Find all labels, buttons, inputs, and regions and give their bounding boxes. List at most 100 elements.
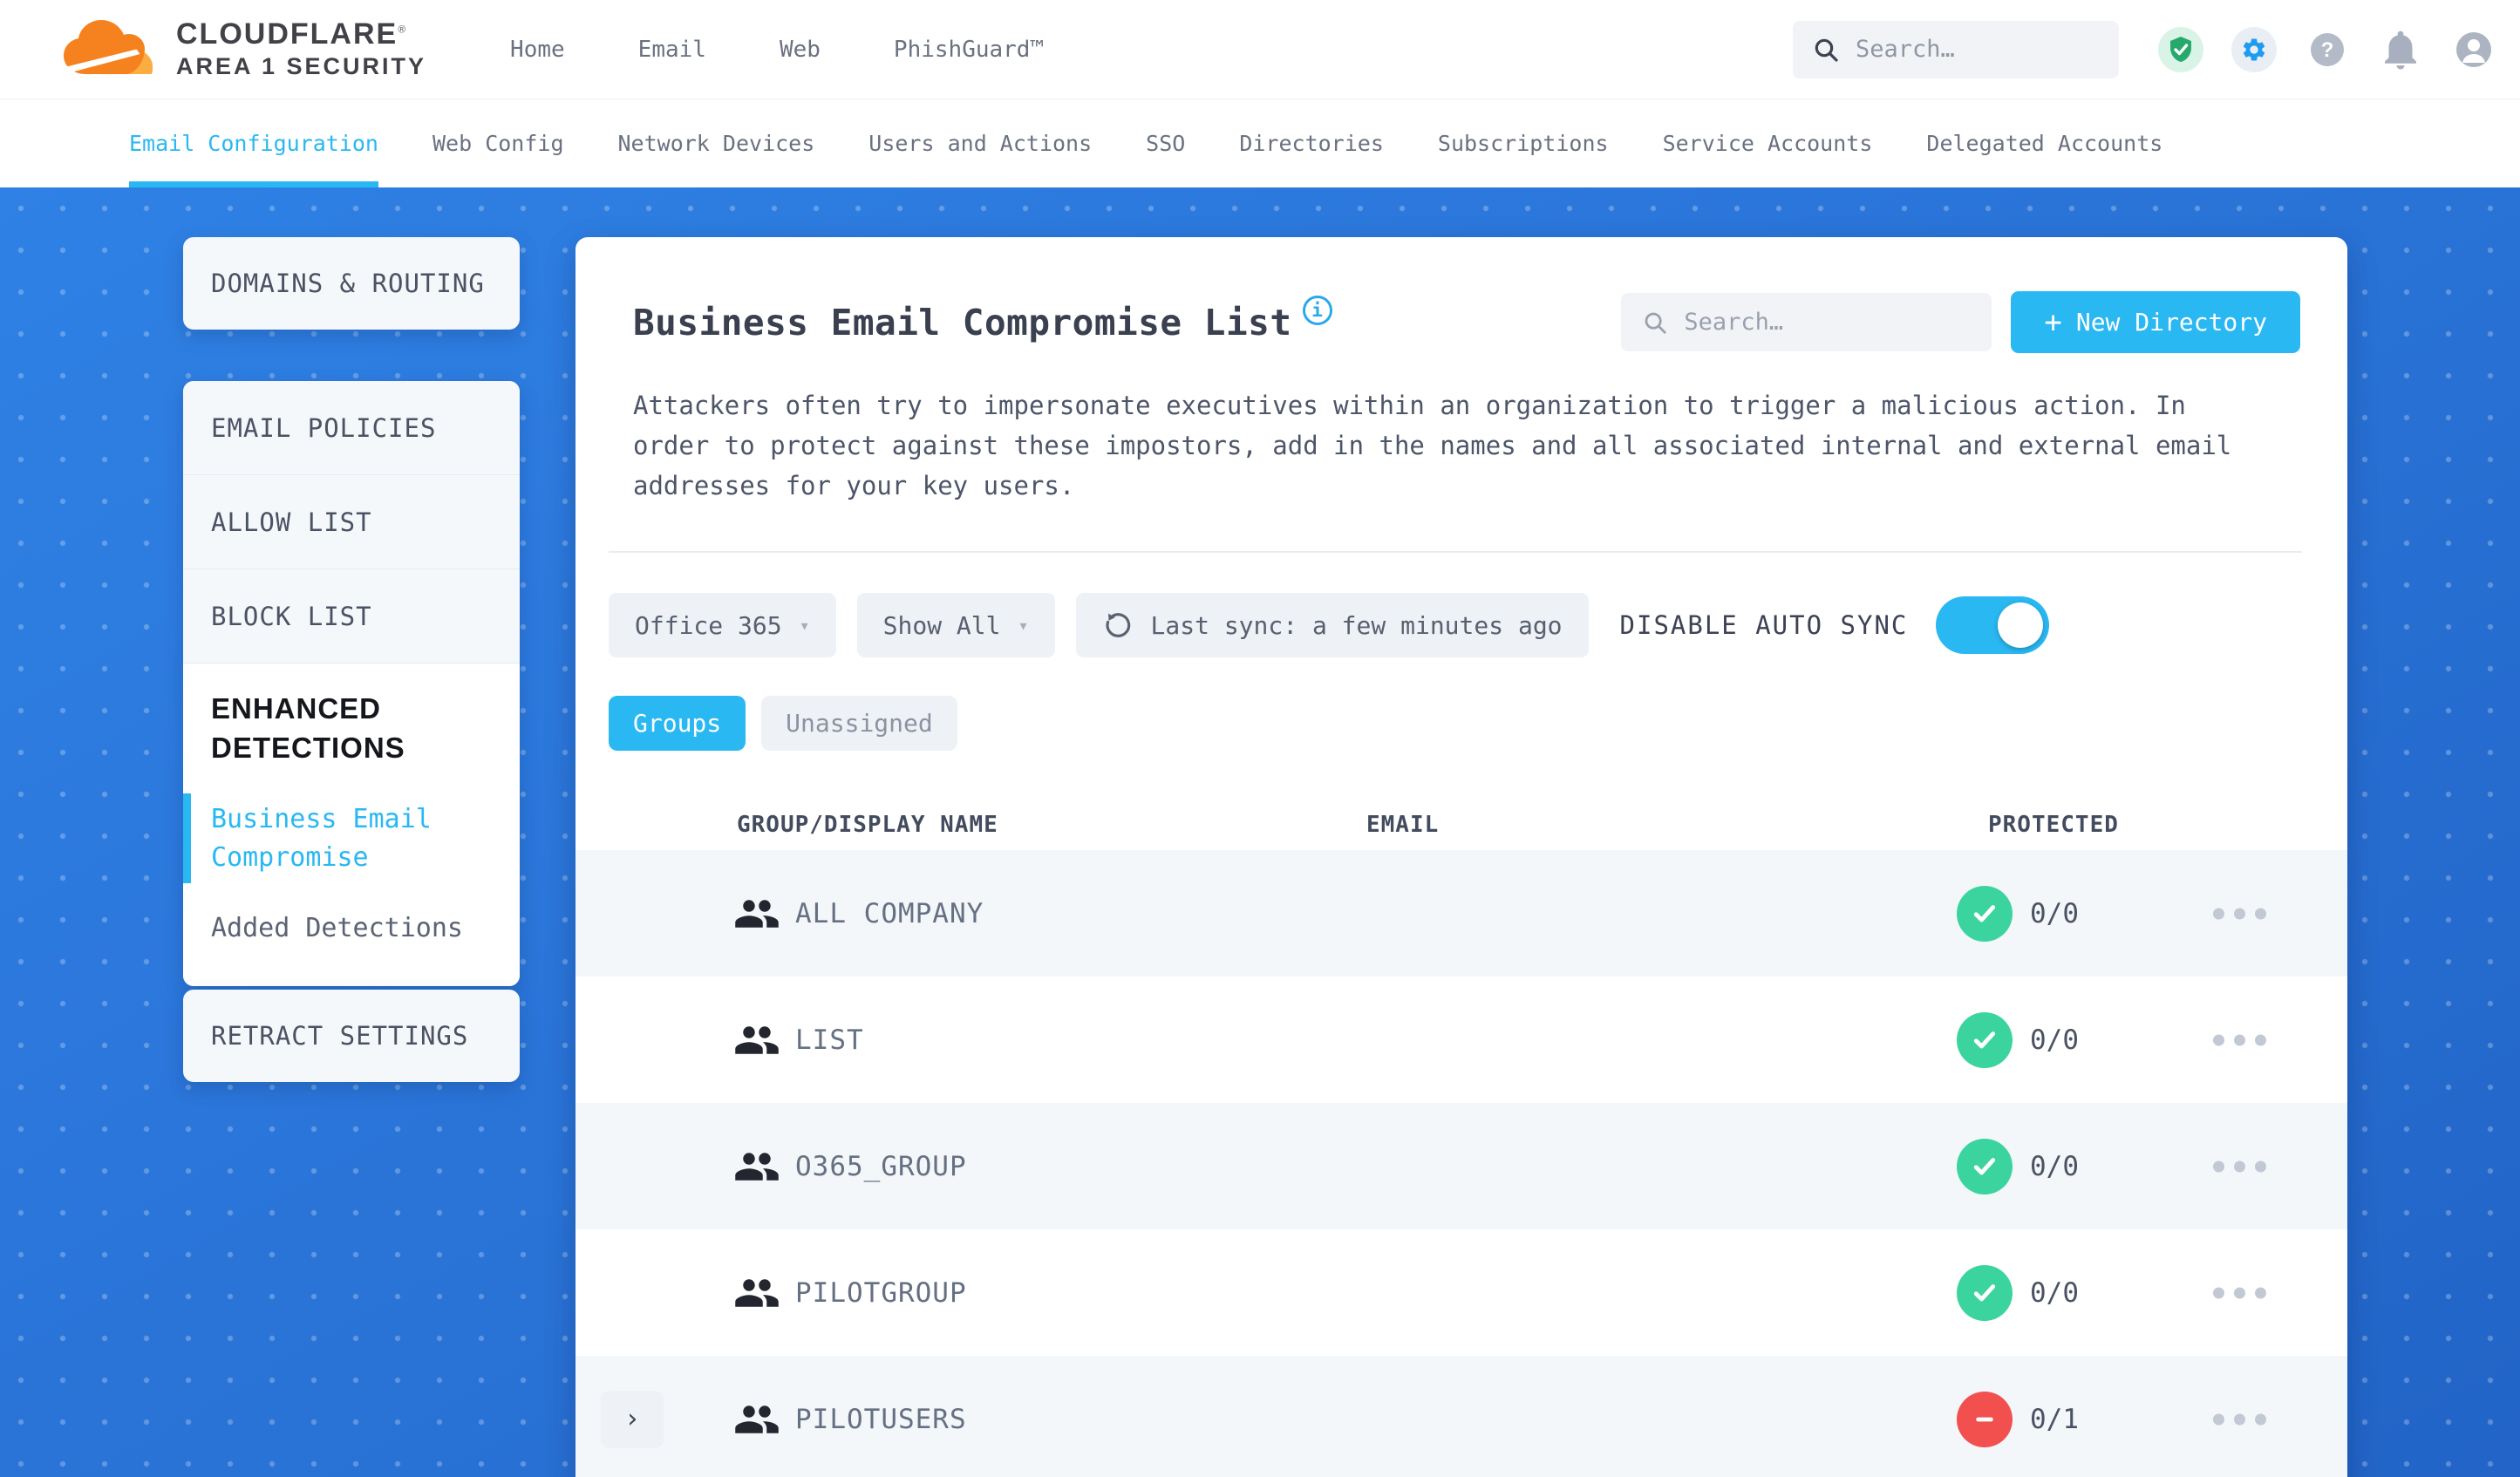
row-actions-menu[interactable] xyxy=(2204,1278,2275,1307)
tab-service-accounts[interactable]: Service Accounts xyxy=(1663,99,1873,187)
cloudflare-cloud-icon xyxy=(63,19,153,74)
column-header-group-name: GROUP/DISPLAY NAME xyxy=(737,812,998,839)
page-description: Attackers often try to impersonate execu… xyxy=(633,391,2232,500)
table-row[interactable]: › PILOTUSERS 0/1 xyxy=(576,1356,2347,1477)
group-name: PILOTGROUP xyxy=(795,1276,967,1309)
controls-row: Office 365 ▾ Show All ▾ Last sync: a few… xyxy=(576,593,2347,658)
sidebar-item-enhanced-detections[interactable]: ENHANCED DETECTIONS xyxy=(211,690,492,767)
column-header-protected: PROTECTED xyxy=(1988,812,2119,839)
protected-count: 0/0 xyxy=(2030,897,2079,929)
search-icon xyxy=(1645,312,1666,334)
topnav-phishguard[interactable]: PhishGuard™ xyxy=(894,37,1044,63)
list-tabs: Groups Unassigned xyxy=(576,696,2347,752)
group-icon xyxy=(733,1396,780,1443)
info-icon[interactable]: i xyxy=(1302,295,1332,325)
directory-filter-dropdown[interactable]: Office 365 ▾ xyxy=(609,593,836,658)
cloudflare-logo[interactable]: CLOUDFLARE® AREA 1 SECURITY xyxy=(51,17,426,83)
search-icon xyxy=(1815,38,1838,62)
protected-count: 0/0 xyxy=(2030,1150,2079,1182)
svg-text:?: ? xyxy=(2321,38,2334,62)
protected-check-icon xyxy=(1957,1264,2013,1321)
new-directory-button[interactable]: + New Directory xyxy=(2011,291,2300,353)
table-row[interactable]: O365_GROUP 0/0 xyxy=(576,1103,2347,1230)
global-search-input[interactable] xyxy=(1856,36,2100,63)
sidebar-item-email-policies[interactable]: EMAIL POLICIES xyxy=(183,381,520,475)
not-protected-icon xyxy=(1957,1391,2013,1447)
topnav-home[interactable]: Home xyxy=(510,37,565,63)
main-panel: Business Email Compromise List i + New D… xyxy=(576,237,2347,1477)
brand-text: CLOUDFLARE® AREA 1 SECURITY xyxy=(176,17,427,80)
table-row[interactable]: ALL COMPANY 0/0 xyxy=(576,850,2347,977)
plus-icon: + xyxy=(2044,304,2062,340)
list-search[interactable] xyxy=(1621,293,1992,351)
header-icons: ? xyxy=(2157,26,2497,73)
group-name: ALL COMPANY xyxy=(795,897,984,929)
row-actions-menu[interactable] xyxy=(2204,899,2275,928)
sidebar-item-business-email-compromise[interactable]: Business Email Compromise xyxy=(183,793,492,884)
table-row[interactable]: LIST 0/0 xyxy=(576,977,2347,1103)
page-title: Business Email Compromise List xyxy=(633,301,1292,344)
sidebar-section-enhanced-detections: ENHANCED DETECTIONS Business Email Compr… xyxy=(183,664,520,986)
group-name: LIST xyxy=(795,1024,864,1056)
chevron-down-icon: ▾ xyxy=(1018,615,1029,636)
page: CLOUDFLARE® AREA 1 SECURITY Home Email W… xyxy=(0,0,2520,1477)
tab-groups[interactable]: Groups xyxy=(609,696,746,752)
protected-check-icon xyxy=(1957,1011,2013,1068)
group-icon xyxy=(733,1017,780,1064)
tab-users-and-actions[interactable]: Users and Actions xyxy=(868,99,1092,187)
sidebar-item-added-detections[interactable]: Added Detections xyxy=(211,909,492,948)
gear-icon[interactable] xyxy=(2231,26,2278,73)
auto-sync-label: DISABLE AUTO SYNC xyxy=(1619,610,1909,641)
group-icon xyxy=(733,890,780,937)
brand-subname: AREA 1 SECURITY xyxy=(176,53,427,80)
divider xyxy=(609,551,2302,554)
help-icon[interactable]: ? xyxy=(2304,26,2351,73)
bell-icon[interactable] xyxy=(2377,26,2424,73)
tab-subscriptions[interactable]: Subscriptions xyxy=(1438,99,1609,187)
row-actions-menu[interactable] xyxy=(2204,1405,2275,1433)
group-icon xyxy=(733,1143,780,1190)
avatar-icon[interactable] xyxy=(2450,26,2497,73)
registered-mark: ® xyxy=(398,23,408,36)
column-header-email: EMAIL xyxy=(1366,812,1440,839)
group-icon xyxy=(733,1269,780,1317)
group-name: O365_GROUP xyxy=(795,1150,967,1182)
list-search-input[interactable] xyxy=(1684,309,1972,336)
last-sync-button[interactable]: Last sync: a few minutes ago xyxy=(1075,593,1589,658)
tab-delegated-accounts[interactable]: Delegated Accounts xyxy=(1926,99,2162,187)
sidebar-item-allow-list[interactable]: ALLOW LIST xyxy=(183,475,520,569)
content-area: DOMAINS & ROUTING EMAIL POLICIES ALLOW L… xyxy=(0,187,2520,1477)
table-body: ALL COMPANY 0/0 LIST 0/0 O365_GROUP 0/0 … xyxy=(576,850,2347,1477)
protected-count: 0/0 xyxy=(2030,1276,2079,1309)
tab-directories[interactable]: Directories xyxy=(1239,99,1384,187)
toggle-knob xyxy=(1998,602,2044,649)
panel-header: Business Email Compromise List i + New D… xyxy=(576,237,2347,353)
tab-web-config[interactable]: Web Config xyxy=(432,99,564,187)
top-nav: Home Email Web PhishGuard™ xyxy=(510,37,1044,63)
tab-unassigned[interactable]: Unassigned xyxy=(761,696,957,752)
shield-check-icon[interactable] xyxy=(2157,26,2204,73)
sidebar-item-domains-routing[interactable]: DOMAINS & ROUTING xyxy=(183,237,520,330)
table-header: GROUP/DISPLAY NAME EMAIL PROTECTED xyxy=(576,812,2347,850)
topnav-web[interactable]: Web xyxy=(780,37,821,63)
sync-icon xyxy=(1106,613,1130,638)
row-actions-menu[interactable] xyxy=(2204,1025,2275,1054)
group-name: PILOTUSERS xyxy=(795,1403,967,1435)
tab-email-configuration[interactable]: Email Configuration xyxy=(129,99,378,187)
sidebar-item-retract-settings[interactable]: RETRACT SETTINGS xyxy=(183,990,520,1082)
auto-sync-toggle[interactable] xyxy=(1936,596,2050,655)
sidebar-item-block-list[interactable]: BLOCK LIST xyxy=(183,569,520,664)
expand-row-button[interactable]: › xyxy=(601,1390,664,1448)
table-row[interactable]: PILOTGROUP 0/0 xyxy=(576,1229,2347,1356)
top-bar: CLOUDFLARE® AREA 1 SECURITY Home Email W… xyxy=(0,0,2520,99)
protected-count: 0/0 xyxy=(2030,1024,2079,1056)
chevron-down-icon: ▾ xyxy=(799,615,810,636)
show-filter-dropdown[interactable]: Show All ▾ xyxy=(856,593,1055,658)
row-actions-menu[interactable] xyxy=(2204,1152,2275,1181)
global-search[interactable] xyxy=(1793,20,2119,78)
topnav-email[interactable]: Email xyxy=(638,37,706,63)
protected-check-icon xyxy=(1957,1138,2013,1195)
tab-sso[interactable]: SSO xyxy=(1146,99,1185,187)
protected-check-icon xyxy=(1957,885,2013,942)
tab-network-devices[interactable]: Network Devices xyxy=(618,99,815,187)
